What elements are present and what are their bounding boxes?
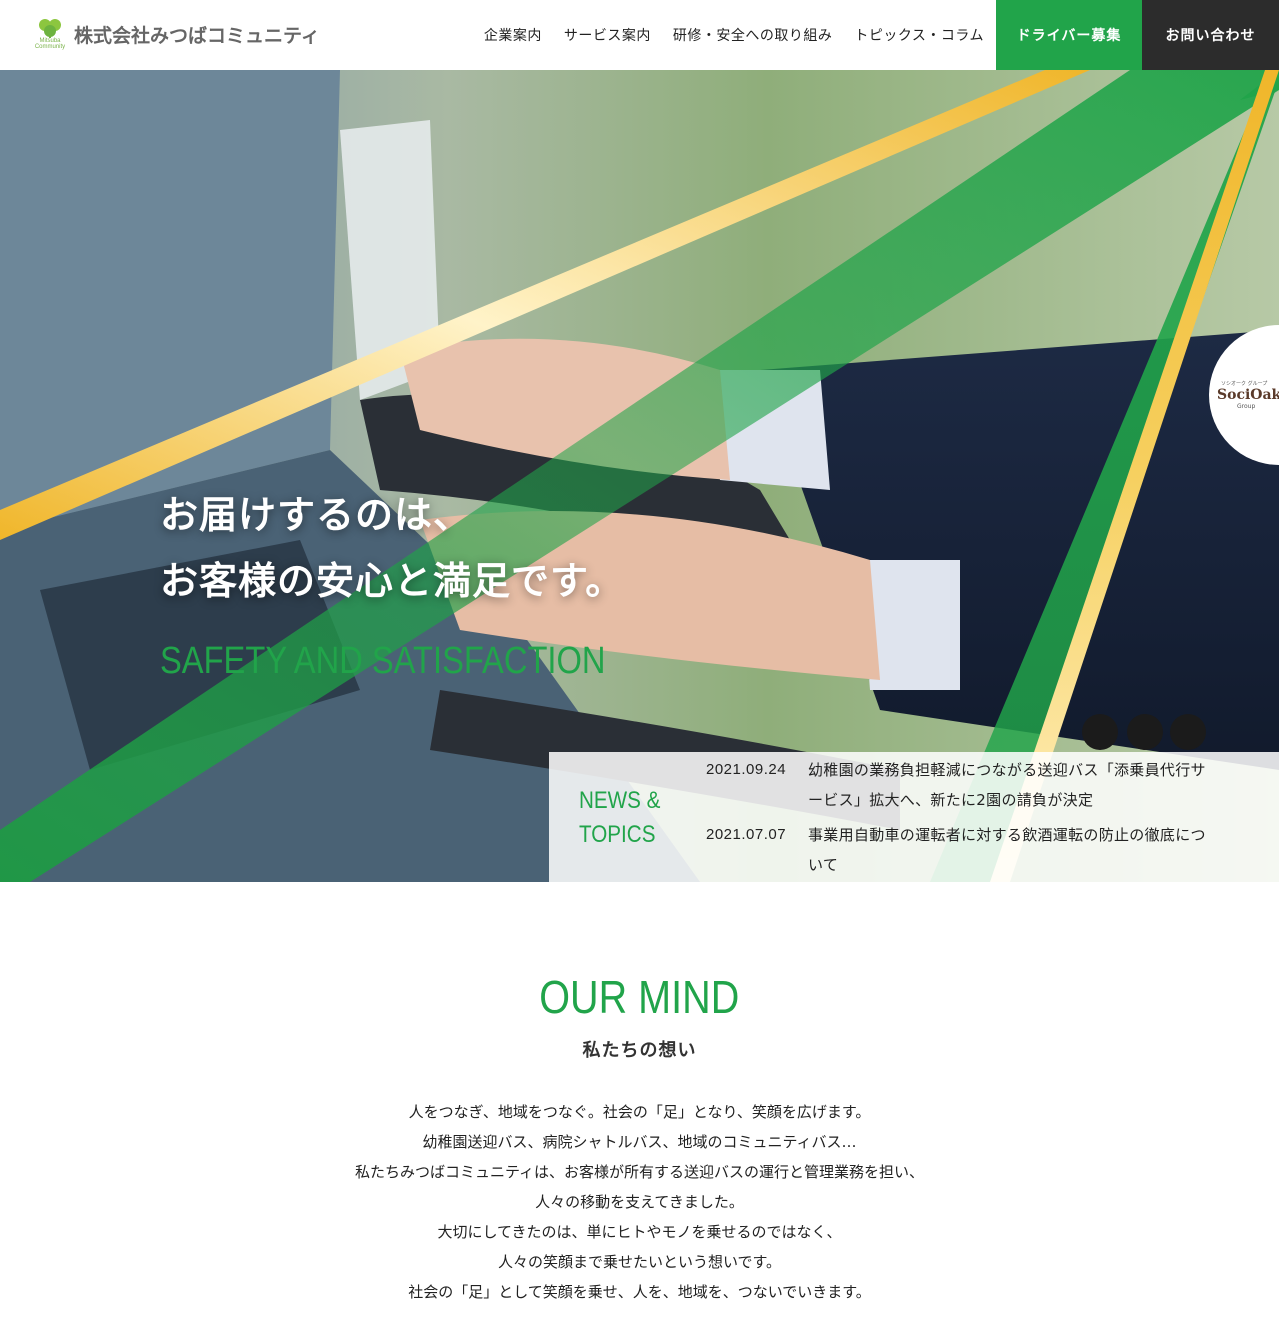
company-logo[interactable]: Mitsuba Community 株式会社みつばコミュニティ [30, 16, 320, 50]
mind-line: 大切にしてきたのは、単にヒトやモノを乗せるのではなく、 [437, 1223, 842, 1241]
mind-line: 私たちみつばコミュニティは、お客様が所有する送迎バスの運行と管理業務を担い、 [354, 1163, 925, 1181]
news-date: 2021.07.07 [706, 826, 787, 843]
mind-body-text: 人をつなぎ、地域をつなぐ。社会の「足」となり、笑顔を広げます。 幼稚園送迎バス、… [0, 1097, 1279, 1307]
mind-line: 人をつなぎ、地域をつなぐ。社会の「足」となり、笑顔を広げます。 [408, 1103, 871, 1121]
nav-item-safety[interactable]: 研修・安全への取り組み [673, 25, 833, 45]
news-link[interactable]: 事業用自動車の運転者に対する飲酒運転の防止の徹底について [808, 820, 1208, 880]
nav-item-topics[interactable]: トピックス・コラム [854, 25, 984, 45]
clover-icon: Mitsuba Community [30, 16, 70, 50]
hero-catch-line-1: お届けするのは、 [160, 493, 473, 537]
news-date: 2021.09.24 [706, 761, 787, 778]
news-title-line-1: NEWS & [579, 787, 661, 814]
nav-item-services[interactable]: サービス案内 [564, 25, 651, 45]
group-badge-name: SociOak [1217, 387, 1279, 403]
mind-line: 社会の「足」として笑顔を乗せ、人を、地域を、つないでいきます。 [408, 1283, 871, 1301]
news-item[interactable]: 2021.07.07 事業用自動車の運転者に対する飲酒運転の防止の徹底について [706, 820, 1208, 880]
main-nav: 企業案内 サービス案内 研修・安全への取り組み トピックス・コラム [484, 0, 984, 70]
mind-line: 人々の笑顔まで乗せたいという想いです。 [497, 1253, 782, 1271]
group-badge-small: ソシオーク グループ [1221, 381, 1268, 387]
nav-item-company[interactable]: 企業案内 [484, 25, 542, 45]
hero-catchphrase: お届けするのは、 お客様の安心と満足です。 [160, 482, 624, 614]
news-topics-panel: NEWS & TOPICS 2021.09.24 幼稚園の業務負担軽減につながる… [549, 752, 1279, 882]
section-title-text: OUR MIND [539, 971, 740, 1023]
mind-line: 人々の移動を支えてきました。 [535, 1193, 744, 1211]
news-title-line-2: TOPICS [579, 821, 656, 848]
our-mind-section: OUR MIND 私たちの想い 人をつなぎ、地域をつなぐ。社会の「足」となり、笑… [0, 882, 1279, 1343]
section-subtitle: 私たちの想い [582, 1040, 697, 1061]
contact-button[interactable]: お問い合わせ [1142, 0, 1279, 70]
news-title: NEWS & TOPICS [579, 784, 660, 852]
mind-line: 幼稚園送迎バス、病院シャトルバス、地域のコミュニティバス… [422, 1133, 857, 1151]
news-item[interactable]: 2021.09.24 幼稚園の業務負担軽減につながる送迎バス「添乗員代行サービス… [706, 755, 1208, 815]
site-header: Mitsuba Community 株式会社みつばコミュニティ 企業案内 サービ… [0, 0, 1279, 70]
news-link[interactable]: 幼稚園の業務負担軽減につながる送迎バス「添乗員代行サービス」拡大へ、新たに2園の… [808, 755, 1208, 815]
logo-subtext: Mitsuba Community [34, 38, 66, 50]
hero-catch-line-2: お客様の安心と満足です。 [160, 559, 625, 603]
group-badge-group: Group [1237, 403, 1256, 410]
logo-text: 株式会社みつばコミュニティ [74, 24, 320, 47]
hero-section: お届けするのは、 お客様の安心と満足です。 SAFETY AND SATISFA… [0, 70, 1279, 882]
section-title: OUR MIND [0, 970, 1279, 1024]
driver-recruit-button[interactable]: ドライバー募集 [996, 0, 1142, 70]
hero-english-tagline: SAFETY AND SATISFACTION [160, 640, 606, 682]
